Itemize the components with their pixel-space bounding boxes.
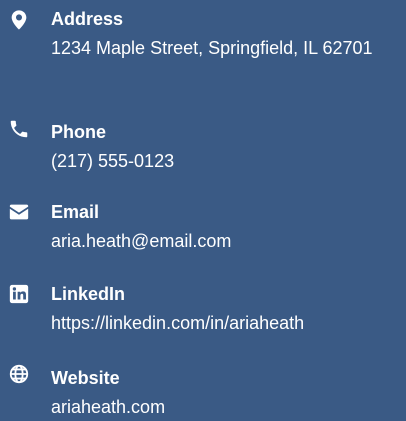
phone-icon <box>8 118 30 140</box>
website-label: Website <box>51 368 120 388</box>
address-label: Address <box>51 9 124 29</box>
map-pin-icon <box>8 9 30 31</box>
email-value[interactable]: aria.heath@email.com <box>51 228 406 255</box>
phone-label: Phone <box>51 122 107 142</box>
website-value[interactable]: ariaheath.com <box>51 394 406 421</box>
linkedin-value[interactable]: https://linkedin.com/in/ariaheath <box>51 310 406 337</box>
linkedin-icon <box>8 283 30 305</box>
phone-value[interactable]: (217) 555-0123 <box>51 148 406 175</box>
address-value: 1234 Maple Street, Springfield, IL 62701 <box>51 38 373 58</box>
email-label: Email <box>51 202 100 222</box>
linkedin-label: LinkedIn <box>51 284 126 304</box>
globe-icon <box>8 363 30 385</box>
envelope-icon <box>8 201 30 223</box>
